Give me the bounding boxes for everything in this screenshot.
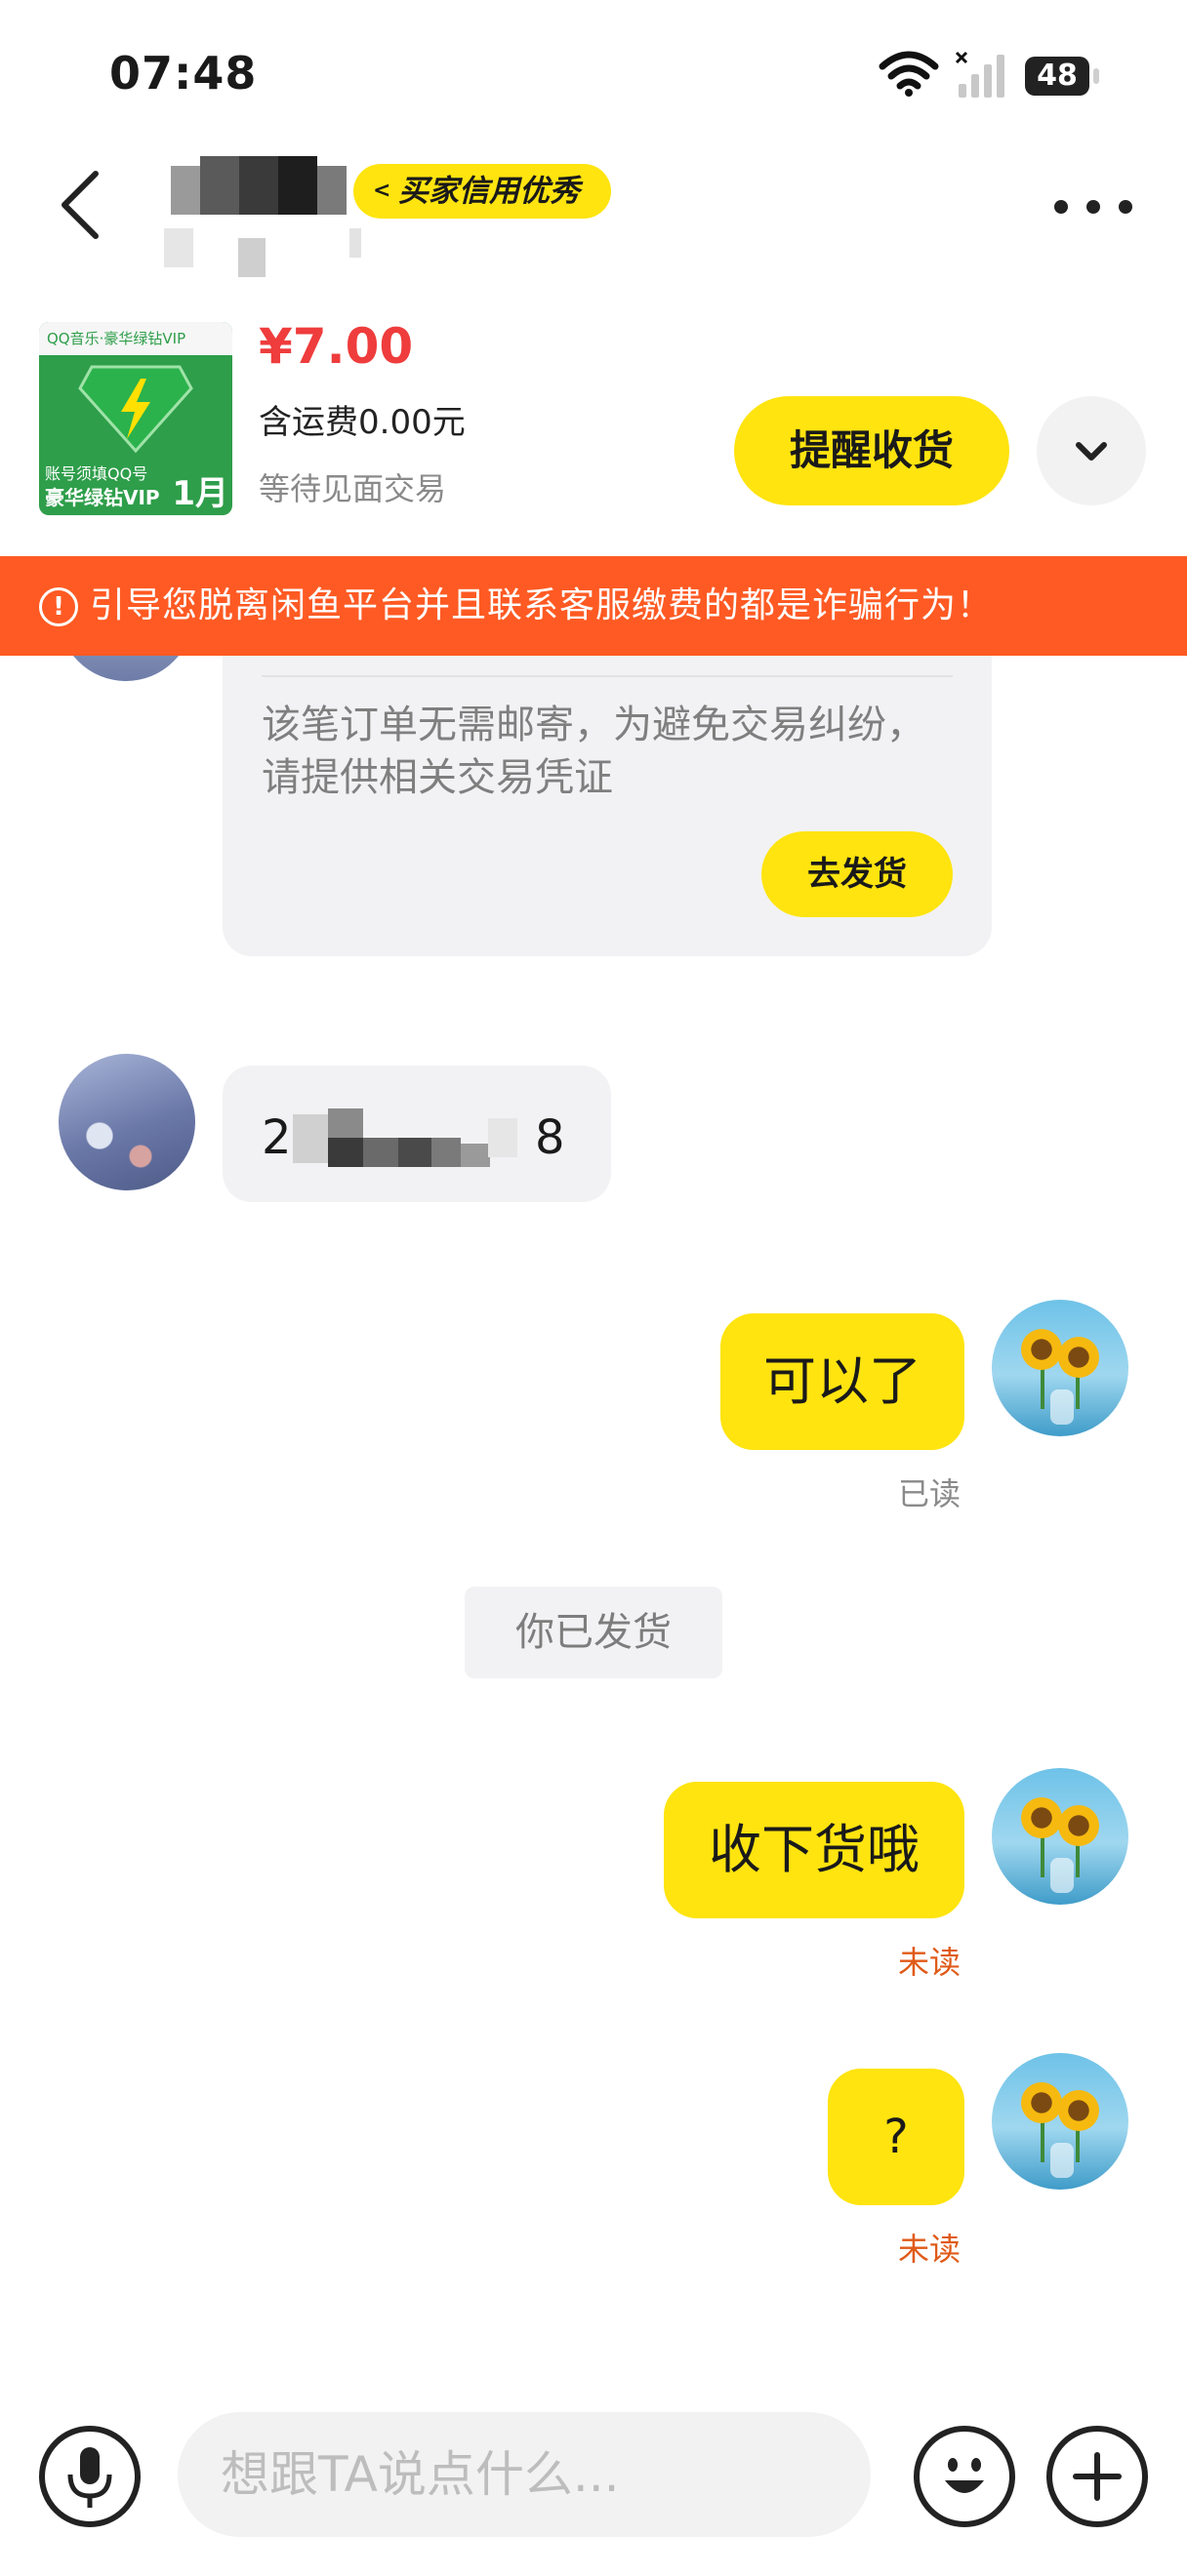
thumb-bottom-text: 账号须填QQ号 xyxy=(45,464,148,483)
avatar[interactable] xyxy=(992,2053,1128,2190)
avatar[interactable] xyxy=(992,1768,1128,1905)
back-arrow-icon[interactable] xyxy=(49,166,117,244)
outgoing-message-bubble: ? xyxy=(828,2069,964,2205)
battery-indicator: 48 xyxy=(1025,57,1099,96)
trade-status: 等待见面交易 xyxy=(259,470,447,507)
order-note: 该笔订单无需邮寄，为避免交易纠纷，请提供相关交易凭证 xyxy=(262,703,925,800)
warning-icon: ! xyxy=(39,587,78,626)
subtitle-mosaic xyxy=(164,222,374,277)
voice-input-button[interactable] xyxy=(39,2426,141,2527)
ship-button[interactable]: 去发货 xyxy=(761,831,953,917)
avatar[interactable] xyxy=(992,1300,1128,1436)
thumb-top-text: QQ音乐·豪华绿钻VIP xyxy=(39,322,232,355)
emoji-button[interactable] xyxy=(914,2426,1015,2527)
thumb-duration: 1月 xyxy=(172,474,228,513)
plus-icon xyxy=(1073,2452,1122,2501)
product-price: ¥7.00 xyxy=(259,318,414,375)
divider xyxy=(262,675,953,677)
unread-status: 未读 xyxy=(898,1944,962,1981)
product-thumbnail[interactable]: QQ音乐·豪华绿钻VIP 账号须填QQ号 豪华绿钻VIP 1月 xyxy=(39,322,232,515)
message-text-start: 2 xyxy=(262,1110,292,1165)
microphone-icon xyxy=(67,2447,112,2508)
more-options-icon[interactable] xyxy=(1054,189,1132,224)
cellular-signal-icon xyxy=(955,51,1004,98)
chevron-down-icon[interactable] xyxy=(1037,396,1146,505)
remind-receipt-button[interactable]: 提醒收货 xyxy=(734,396,1009,505)
system-message: 你已发货 xyxy=(465,1587,722,1678)
thumb-vip-text: 豪华绿钻VIP xyxy=(45,486,160,509)
read-status: 已读 xyxy=(898,1475,962,1512)
message-input[interactable] xyxy=(178,2412,871,2537)
message-text-end: 8 xyxy=(535,1110,565,1165)
outgoing-message-bubble: 可以了 xyxy=(720,1313,964,1450)
shipping-fee: 含运费0.00元 xyxy=(259,403,466,442)
wifi-icon xyxy=(879,51,939,97)
censored-mosaic xyxy=(293,1108,517,1169)
status-time: 07:48 xyxy=(109,47,258,100)
warning-text: 引导您脱离闲鱼平台并且联系客服缴费的都是诈骗行为！ xyxy=(90,585,994,625)
outgoing-message-bubble: 收下货哦 xyxy=(664,1782,964,1918)
unread-status: 未读 xyxy=(898,2231,962,2268)
add-attachment-button[interactable] xyxy=(1046,2426,1148,2527)
fraud-warning-banner: ! 引导您脱离闲鱼平台并且联系客服缴费的都是诈骗行为！ xyxy=(0,556,1187,656)
avatar[interactable] xyxy=(59,1054,195,1190)
emoji-icon xyxy=(945,2458,984,2493)
credit-badge[interactable]: 买家信用优秀 xyxy=(353,164,611,219)
username-mosaic xyxy=(171,156,356,224)
diamond-icon xyxy=(78,365,193,453)
